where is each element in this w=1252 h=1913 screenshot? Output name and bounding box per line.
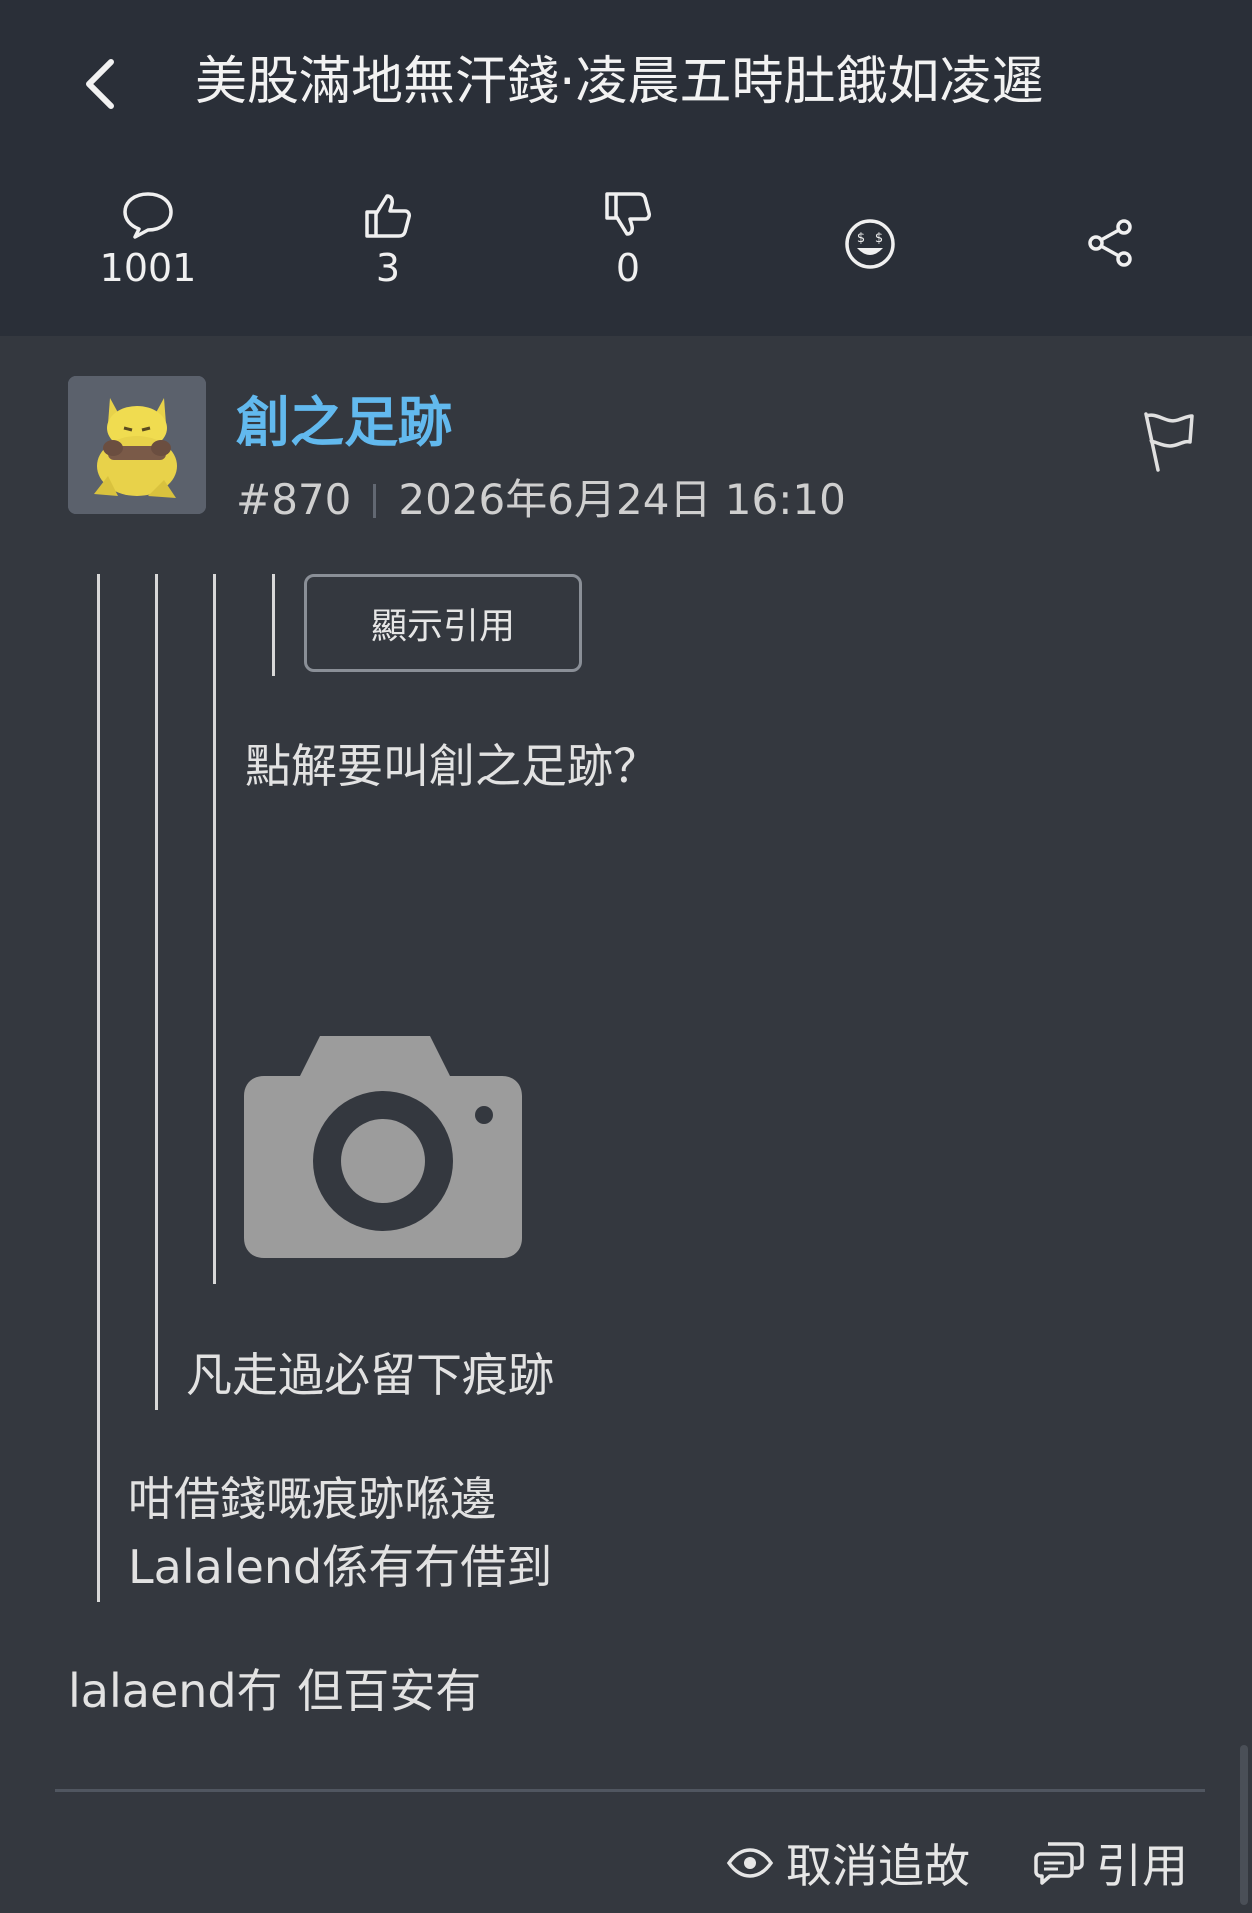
laughing-money-face-icon: $ $ [845,219,895,269]
unfollow-button[interactable]: 取消追故 [726,1830,970,1896]
quote-label: 引用 [1096,1839,1188,1893]
quote-level-2-text: 凡走過必留下痕跡 [186,1348,554,1402]
quote-reply-button[interactable]: 引用 [1034,1830,1188,1896]
unfollow-label: 取消追故 [786,1839,970,1893]
svg-text:$: $ [857,231,865,246]
eye-icon [726,1848,774,1878]
back-button[interactable] [72,48,128,120]
share-button[interactable] [1086,218,1134,272]
share-icon [1088,219,1132,267]
comment-count: 1001 [99,246,197,290]
scrollbar[interactable] [1240,1745,1248,1905]
image-placeholder[interactable] [244,1036,522,1262]
quote-level-1-bar [97,574,100,1602]
quote-level-4-bar [272,574,275,676]
report-button[interactable] [1140,410,1198,478]
quote-level-1-line1: 咁借錢嘅痕跡喺邊 [128,1472,496,1526]
dislike-count: 0 [615,246,641,290]
comment-count-button[interactable]: 1001 [68,190,228,290]
comment-icon [123,192,173,239]
like-count: 3 [375,246,401,290]
author-name[interactable]: 創之足跡 [236,378,452,457]
quote-level-1-line2: Lalalend係有冇借到 [128,1540,553,1594]
meta-divider [373,484,377,518]
thread-title: 美股滿地無汗錢·凌晨五時肚餓如凌遲 [195,52,1044,112]
flag-icon [1144,412,1194,472]
like-button[interactable]: 3 [308,190,468,290]
chevron-left-icon [86,59,114,109]
quote-level-3-bar [213,574,216,1284]
quote-level-3-text: 點解要叫創之足跡？ [245,739,659,793]
thumbs-up-icon [365,194,411,238]
footer-divider [55,1789,1205,1792]
top-bar: 美股滿地無汗錢·凌晨五時肚餓如凌遲 1001 3 0 $ $ [0,0,1252,336]
post-meta: #870 2026年6月24日 16:10 [236,466,846,527]
camera-icon [244,1036,522,1258]
quote-bubble-icon [1034,1842,1084,1885]
reaction-button[interactable]: $ $ [844,218,896,274]
post-number: #870 [236,475,352,524]
post-body: lalaend冇 但百安有 [68,1664,482,1718]
quote-level-2-bar [155,574,158,1410]
post-datetime: 2026年6月24日 16:10 [398,475,846,524]
thumbs-down-icon [605,192,651,236]
abra-avatar-icon [68,376,206,514]
svg-text:$: $ [875,231,883,246]
show-quote-button[interactable]: 顯示引用 [304,574,582,672]
post-header: 創之足跡 #870 2026年6月24日 16:10 [68,376,1198,524]
avatar[interactable] [68,376,206,514]
dislike-button[interactable]: 0 [548,190,708,290]
